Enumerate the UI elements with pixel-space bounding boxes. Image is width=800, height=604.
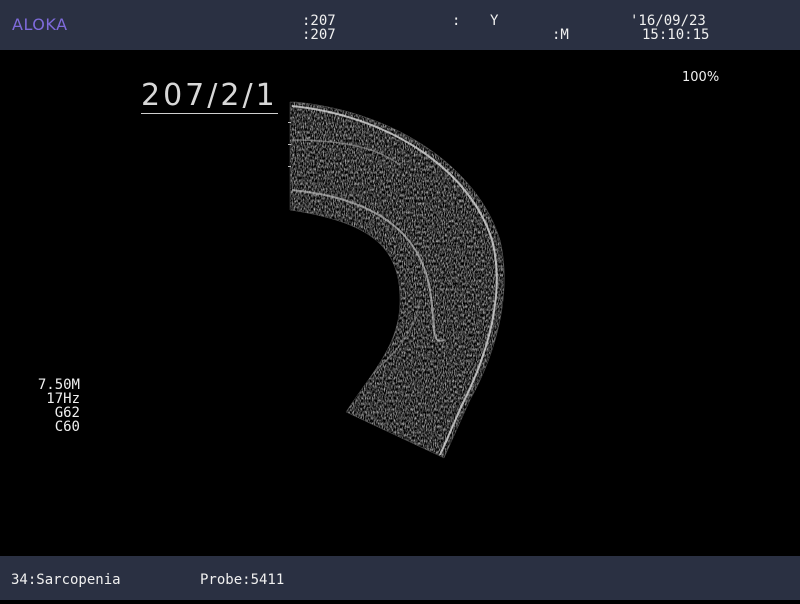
ultrasound-image — [0, 0, 800, 600]
image-annotation: 207/2/1 — [141, 78, 278, 114]
zoom-level: 100% — [682, 70, 720, 85]
ultrasound-scan — [288, 101, 505, 459]
frequency-value: 7.50M — [37, 377, 80, 393]
frame-rate-value: 17Hz — [46, 391, 80, 407]
gain-value: G62 — [54, 405, 80, 421]
exam-preset: 34:Sarcopenia — [11, 572, 121, 588]
scan-parameters: 7.50M 17Hz G62 C60 — [20, 378, 80, 434]
contrast-value: C60 — [54, 419, 80, 435]
bottom-info-bar: 34:Sarcopenia Probe:5411 — [0, 556, 800, 600]
probe-label: Probe:5411 — [200, 572, 285, 588]
